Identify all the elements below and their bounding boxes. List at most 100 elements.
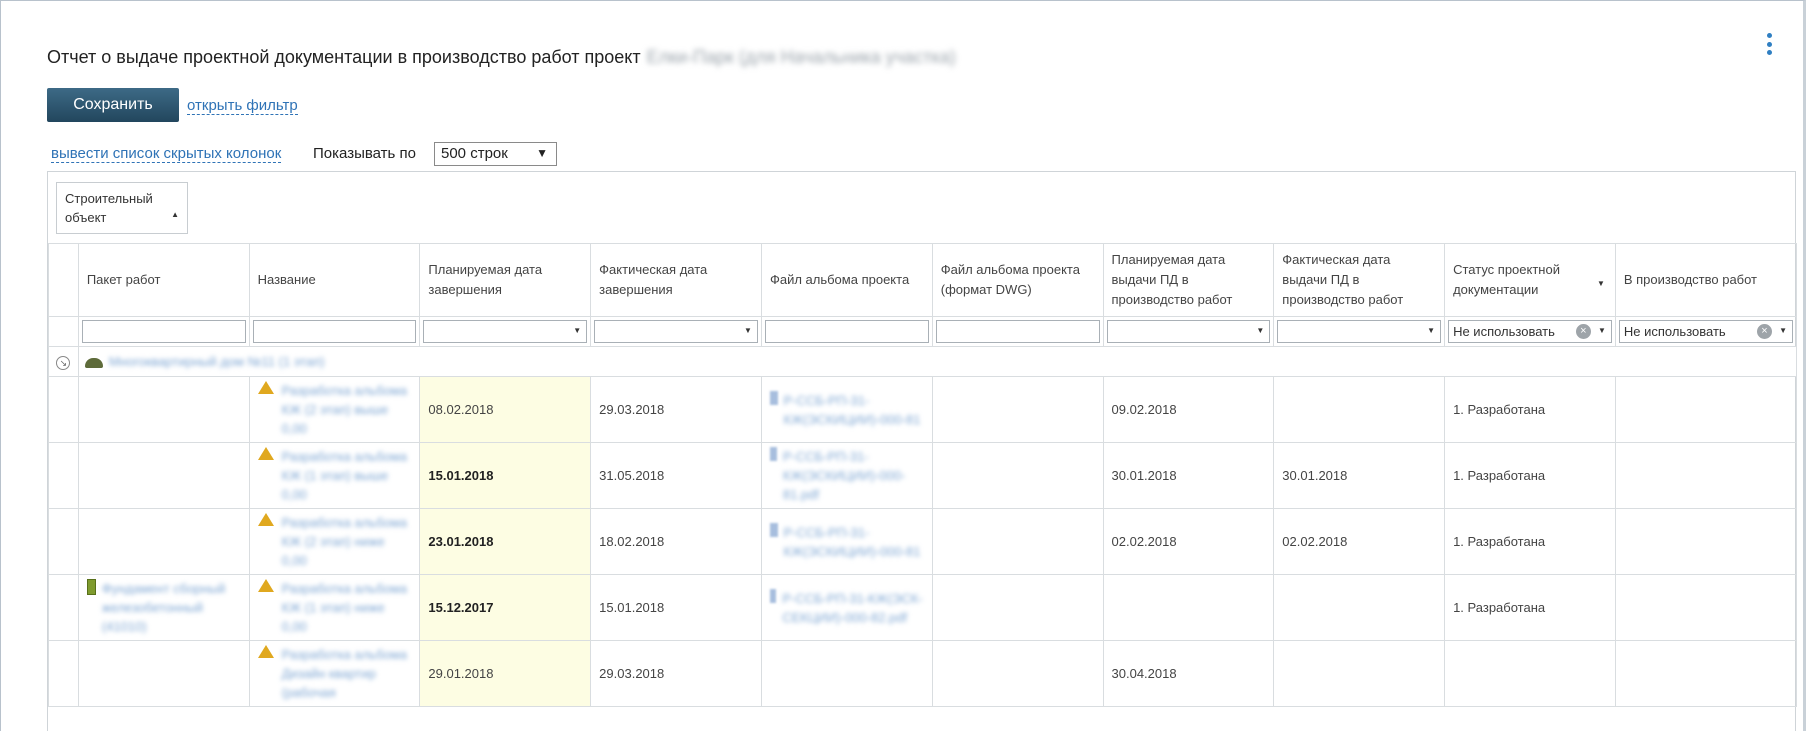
column-header[interactable]: В производство работ [1614,243,1798,317]
cell-plan-issue: 30.04.2018 [1102,640,1275,707]
cell-name: Разработка альбома КЖ (2 этап) ниже 0,00 [248,508,421,575]
column-header[interactable]: Планируемая дата выдачи ПД в производств… [1102,243,1275,317]
filter-date-fact-end[interactable]: ▼ [594,320,758,343]
table-row[interactable]: Разработка альбома Дизайн квартир (рабоч… [48,640,1798,707]
cell-fact-issue: 02.02.2018 [1273,508,1446,575]
filter-row: ▼ ▼ ▼ ▼ Не использовать × ▼ Не использоват… [48,316,1798,347]
chevron-down-icon: ▼ [1256,326,1265,335]
cell-plan-end-text: 15.12.2017 [428,600,494,615]
column-header[interactable]: Фактическая дата выдачи ПД в производств… [1273,243,1446,317]
cell-name-text[interactable]: Разработка альбома КЖ (1 этап) выше 0,00 [282,447,412,504]
chevron-down-icon: ▼ [1427,326,1436,335]
report-window: Отчет о выдаче проектной документации в … [0,0,1806,731]
filter-input-dwg-file[interactable] [935,320,1100,343]
collapse-icon[interactable]: ↘ [56,355,71,370]
open-filter-link[interactable]: открыть фильтр [187,97,298,115]
cell-fact-end: 18.02.2018 [590,508,762,575]
cell-plan-issue: 02.02.2018 [1102,508,1275,575]
cell-name-text[interactable]: Разработка альбома КЖ (2 этап) выше 0,00 [282,381,412,438]
column-header-label: Фактическая дата выдачи ПД в производств… [1282,252,1404,307]
cell-plan-end: 15.12.2017 [419,574,592,641]
cell-plan-end-text: 08.02.2018 [428,402,494,417]
cell-fact-end-text: 29.03.2018 [599,666,665,681]
filter-input-album-file[interactable] [764,320,929,343]
cell-plan-end-text: 23.01.2018 [428,534,494,549]
column-header-label: В производство работ [1623,272,1758,287]
group-row[interactable]: ↘ Многоквартирный дом №11 (1 этап) [48,346,1798,377]
hidden-columns-link[interactable]: вывести список скрытых колонок [51,145,282,163]
cell-production [1614,442,1798,509]
column-header[interactable]: Файл альбома проекта [760,243,933,317]
cell-fact-issue [1273,574,1446,641]
cell-album-file: Р-ССБ-РП-31-КЖ(ЭСКИЦИИ)-000-81 [760,508,933,575]
chevron-down-icon: ▼ [744,326,752,335]
column-header[interactable]: Планируемая дата завершения [419,243,592,317]
cell-production [1614,640,1798,707]
package-icon [86,579,96,595]
cell-status-text: 1. Разработана [1453,534,1546,549]
filter-input-package[interactable] [81,320,246,343]
group-by-chip[interactable]: Строительный объект ▲ [56,182,188,234]
table-row[interactable]: Разработка альбома КЖ (1 этап) выше 0,00… [48,442,1798,509]
cell-plan-end: 23.01.2018 [419,508,592,575]
more-menu-icon[interactable] [1767,33,1773,55]
cell-album-file-text[interactable]: Р-ССБ-РП-31-КЖ(ЭСКИЦИИ)-000-81 [784,523,924,561]
cell-album-file: Р-ССБ-РП-31-КЖ(ЭСКИЦИИ)-000-81.pdf [760,442,933,509]
rows-per-page-select[interactable]: 500 строк ▼ [434,142,557,166]
document-icon [257,513,274,526]
project-name: Елки-Парк (для Начальника участка) [646,47,956,67]
column-header-expand [48,243,79,317]
cell-name-text[interactable]: Разработка альбома КЖ (1 этап) ниже 0,00 [282,579,412,636]
filter-date-plan-issue[interactable]: ▼ [1106,320,1271,343]
clear-icon[interactable]: × [1575,324,1591,339]
cell-plan-issue: 09.02.2018 [1102,376,1275,443]
column-header[interactable]: Фактическая дата завершения [590,243,762,317]
column-header[interactable]: Название [248,243,421,317]
group-expand-cell[interactable]: ↘ [48,346,79,377]
cell-status [1444,640,1616,707]
save-button[interactable]: Сохранить [47,88,179,122]
cell-fact-issue-text: 30.01.2018 [1282,468,1348,483]
file-icon [769,588,777,603]
cell-album-file-text[interactable]: Р-ССБ-РП-31-КЖ(ЭСКИЦИИ)-000-81 [784,391,924,429]
cell-status: 1. Разработана [1444,574,1616,641]
cell-production [1614,508,1798,575]
column-header[interactable]: Пакет работ [77,243,250,317]
column-header-label: Статус проектной документации [1453,262,1560,297]
column-header[interactable]: Статус проектной документации ▼ [1444,243,1616,317]
filter-select-production[interactable]: Не использовать × ▼ [1618,320,1793,343]
table-row[interactable]: Разработка альбома КЖ (2 этап) ниже 0,00… [48,508,1798,575]
filter-production-value: Не использовать [1623,324,1726,339]
filter-date-fact-issue[interactable]: ▼ [1277,320,1442,343]
cell-fact-end-text: 18.02.2018 [599,534,665,549]
group-title[interactable]: Многоквартирный дом №11 (1 этап) [109,354,325,369]
show-by-label: Показывать по [313,145,416,162]
table-row[interactable]: Фундамент сборный железобетонный (41010)… [48,574,1798,641]
cell-status-text: 1. Разработана [1453,600,1546,615]
cell-fact-end: 31.05.2018 [590,442,762,509]
table-row[interactable]: Разработка альбома КЖ (2 этап) выше 0,00… [48,376,1798,443]
cell-plan-issue [1102,574,1275,641]
rows-per-page-value: 500 строк [441,145,508,162]
cell-album-file-text[interactable]: Р-ССБ-РП-31-КЖ(ЭСКИЦИИ)-000-81.pdf [783,447,924,504]
group-title-cell: Многоквартирный дом №11 (1 этап) [77,346,1798,377]
cell-album-file: Р-ССБ-РП-31-КЖ(ЭСК-СЕКЦИИ)-000-82.pdf [760,574,933,641]
cell-package-text[interactable]: Фундамент сборный железобетонный (41010) [102,579,241,636]
cell-status-text: 1. Разработана [1453,468,1546,483]
row-expand-cell [48,442,79,509]
filter-input-name[interactable] [252,320,417,343]
filter-select-status[interactable]: Не использовать × ▼ [1448,320,1612,343]
column-header[interactable]: Файл альбома проекта (формат DWG) [931,243,1104,317]
cell-dwg-file [931,442,1104,509]
cell-album-file-text[interactable]: Р-ССБ-РП-31-КЖ(ЭСК-СЕКЦИИ)-000-82.pdf [782,589,923,627]
clear-icon[interactable]: × [1757,324,1772,339]
cell-name-text[interactable]: Разработка альбома Дизайн квартир (рабоч… [282,645,412,702]
cell-dwg-file [931,508,1104,575]
cell-plan-end-text: 29.01.2018 [428,666,494,681]
report-table: Пакет работ Название Планируемая дата за… [48,243,1798,707]
cell-name: Разработка альбома КЖ (1 этап) ниже 0,00 [248,574,421,641]
cell-name-text[interactable]: Разработка альбома КЖ (2 этап) ниже 0,00 [282,513,412,570]
sort-asc-icon: ▲ [171,210,179,219]
cell-name: Разработка альбома Дизайн квартир (рабоч… [248,640,421,707]
filter-date-plan-end[interactable]: ▼ [423,320,588,343]
